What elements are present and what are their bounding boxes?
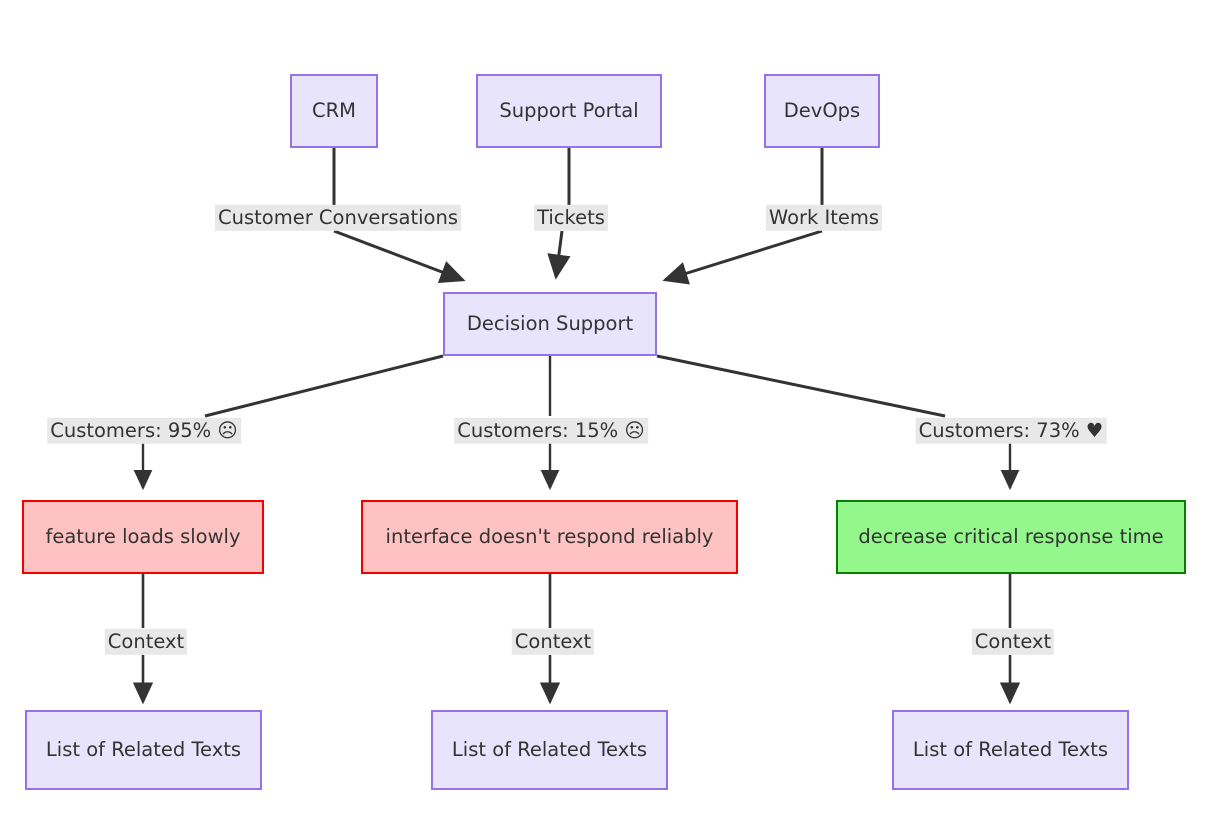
edge-label-customers-95-text: Customers: 95% (50, 418, 212, 442)
edge-label-customers-73-text: Customers: 73% (918, 418, 1080, 442)
node-decision-support[interactable]: Decision Support (443, 292, 657, 356)
frowning-face-icon: ☹ (217, 418, 238, 442)
edge-label-customer-conversations: Customer Conversations (215, 204, 461, 232)
edge-label-work-items: Work Items (765, 204, 883, 232)
node-context-2-label: List of Related Texts (451, 738, 648, 762)
node-outcome-decrease-response-time[interactable]: decrease critical response time (836, 500, 1186, 574)
node-outcome-1-label: feature loads slowly (45, 525, 241, 549)
node-outcome-interface-unreliable[interactable]: interface doesn't respond reliably (361, 500, 738, 574)
node-devops-label: DevOps (783, 99, 861, 123)
flowchart-canvas: CRM Support Portal DevOps Customer Conve… (0, 0, 1216, 820)
node-devops[interactable]: DevOps (764, 74, 880, 148)
edge-label-customers-73: Customers: 73% ♥ (915, 417, 1107, 445)
node-context-1[interactable]: List of Related Texts (25, 710, 262, 790)
node-context-1-label: List of Related Texts (45, 738, 242, 762)
edge-label-tickets: Tickets (534, 204, 608, 232)
edge-label-customers-15-text: Customers: 15% (457, 418, 619, 442)
node-context-3-label: List of Related Texts (912, 738, 1109, 762)
node-context-2[interactable]: List of Related Texts (431, 710, 668, 790)
node-crm[interactable]: CRM (290, 74, 378, 148)
node-crm-label: CRM (312, 99, 356, 123)
frowning-face-icon: ☹ (624, 418, 645, 442)
edge-label-context-2: Context (511, 628, 595, 656)
edge-label-context-1: Context (104, 628, 188, 656)
edge-label-context-3: Context (971, 628, 1055, 656)
node-support-portal-label: Support Portal (499, 99, 639, 123)
node-decision-support-label: Decision Support (466, 312, 634, 336)
node-support-portal[interactable]: Support Portal (476, 74, 662, 148)
heart-icon: ♥ (1085, 418, 1104, 442)
edge-label-customers-15: Customers: 15% ☹ (454, 417, 648, 445)
edge-label-customers-95: Customers: 95% ☹ (47, 417, 241, 445)
node-outcome-feature-loads-slowly[interactable]: feature loads slowly (22, 500, 264, 574)
node-outcome-2-label: interface doesn't respond reliably (385, 525, 714, 549)
node-outcome-3-label: decrease critical response time (858, 525, 1164, 549)
node-context-3[interactable]: List of Related Texts (892, 710, 1129, 790)
